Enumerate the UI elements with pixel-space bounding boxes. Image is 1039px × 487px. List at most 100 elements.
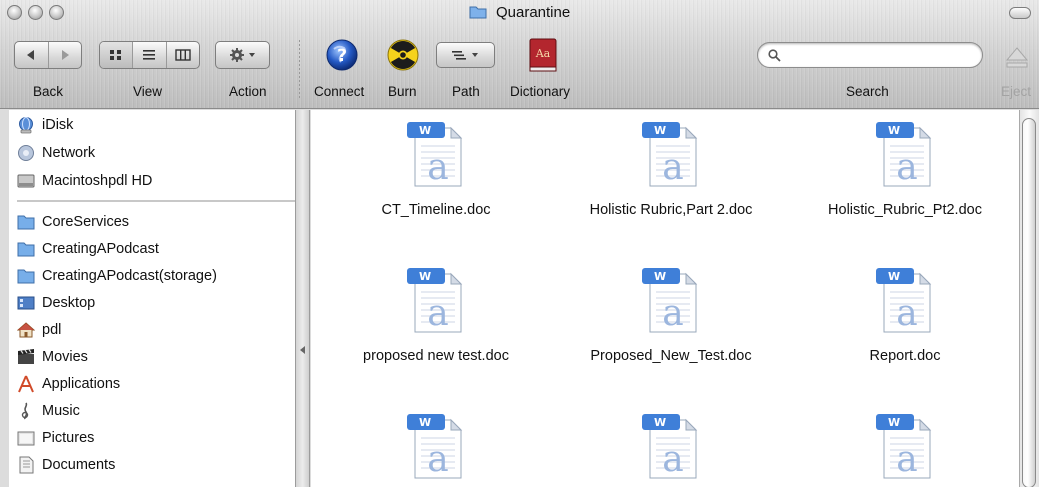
path-button-face [437,43,494,67]
toolbar-separator [299,40,300,98]
sidebar-item-creatingapodcast[interactable]: CreatingAPodcast [17,238,159,260]
file-name: Holistic Rubric,Part 2.doc [589,202,753,218]
word-document-icon: a W [642,414,698,480]
finder-window: Quarantine Back View Action ? Connect Bu… [0,0,1039,487]
path-menu-button[interactable] [436,42,495,68]
gear-icon [229,48,255,62]
word-document-icon: a W [876,122,932,188]
view-label: View [133,84,163,99]
sidebar-item-label: Applications [42,376,121,392]
back-button[interactable] [15,42,49,68]
vertical-scrollbar[interactable] [1019,110,1039,487]
eject-icon[interactable] [1003,44,1031,72]
file-icon-view: a W CT_Timeline.doc a W Holistic Rubric,… [311,110,1019,487]
sidebar-item-desktop[interactable]: Desktop [17,292,95,314]
list-view-icon [143,50,156,60]
sidebar-item-label: Movies [42,349,88,365]
sidebar-item-label: Documents [42,457,116,473]
connect-label: Connect [314,84,365,99]
sidebar-item-idisk[interactable]: iDisk [17,114,73,136]
search-label: Search [846,84,889,99]
svg-text:W: W [419,416,431,429]
sidebar-item-coreservices[interactable]: CoreServices [17,211,129,233]
svg-text:W: W [654,124,666,137]
file-item[interactable]: a W Report.doc [795,268,1015,364]
word-document-icon: a W [642,268,698,334]
svg-text:W: W [888,124,900,137]
sidebar: iDisk Network Macintoshpdl HD CoreServic… [9,110,296,487]
file-item[interactable]: a W Holistic_Rubric_Pt2.doc [795,122,1015,218]
forward-button[interactable] [49,42,82,68]
file-item[interactable]: a W CT_Timeline.doc [326,122,546,218]
svg-text:W: W [888,416,900,429]
svg-text:a: a [662,439,683,480]
toolbar: Quarantine Back View Action ? Connect Bu… [0,0,1039,109]
sidebar-item-label: Desktop [42,295,96,311]
connect-button[interactable]: ? [325,38,359,72]
search-field[interactable] [757,42,983,68]
file-item[interactable]: a W proposed new test.doc [326,268,546,364]
sidebar-item-macintoshpdl-hd[interactable]: Macintoshpdl HD [17,170,152,192]
sidebar-item-label: Pictures [42,430,95,446]
idisk-icon [19,117,33,134]
sidebar-item-label: Network [42,145,96,161]
burn-label: Burn [388,84,417,99]
file-name: Holistic_Rubric_Pt2.doc [828,202,982,218]
file-name: Report.doc [869,348,941,364]
path-label: Path [452,84,480,99]
icon-view-button[interactable] [100,42,134,68]
file-item[interactable]: a W Proposed_New_Test.doc [561,268,781,364]
svg-text:a: a [896,147,917,188]
sidebar-item-label: Music [42,403,80,419]
action-menu-button[interactable] [215,41,270,69]
sidebar-item-label: pdl [42,322,62,338]
column-view-button[interactable] [167,42,199,68]
column-view-icon [175,49,191,61]
word-document-icon: a W [876,414,932,480]
view-control [99,41,200,69]
svg-text:?: ? [337,46,347,66]
desktop-icon [17,296,35,310]
search-input[interactable] [786,46,971,64]
word-document-icon: a W [876,268,932,334]
sidebar-item-applications[interactable]: Applications [17,373,120,395]
file-item[interactable]: a W [795,414,1015,487]
sidebar-item-documents[interactable]: Documents [17,454,115,476]
toolbar-toggle-button[interactable] [1009,7,1031,19]
collapse-arrow-icon [300,346,305,354]
search-icon [768,49,781,62]
svg-text:W: W [888,270,900,283]
svg-text:a: a [896,293,917,334]
sidebar-item-movies[interactable]: Movies [17,346,88,368]
word-document-icon: a W [407,268,463,334]
word-document-icon: a W [407,122,463,188]
word-document-icon: a W [407,414,463,480]
window-title: Quarantine [495,4,571,21]
svg-text:W: W [654,270,666,283]
svg-text:W: W [419,124,431,137]
file-item[interactable]: a W [326,414,546,487]
folder-icon [469,6,487,19]
svg-text:a: a [427,293,448,334]
svg-text:a: a [427,147,448,188]
list-view-button[interactable] [133,42,167,68]
dictionary-button[interactable]: Aa [527,37,559,73]
back-forward-control [14,41,82,69]
sidebar-item-pictures[interactable]: Pictures [17,427,94,449]
svg-text:a: a [427,439,448,480]
file-name: CT_Timeline.doc [381,202,491,218]
sidebar-splitter[interactable] [296,110,310,487]
sidebar-item-music[interactable]: Music [17,400,80,422]
word-document-icon: a W [642,122,698,188]
file-item[interactable]: a W [561,414,781,487]
svg-text:a: a [662,293,683,334]
scrollbar-thumb[interactable] [1022,118,1036,487]
file-item[interactable]: a W Holistic Rubric,Part 2.doc [561,122,781,218]
sidebar-item-creatingapodcast-storage[interactable]: CreatingAPodcast(storage) [17,265,217,287]
sidebar-item-network[interactable]: Network [17,142,95,164]
burn-button[interactable] [386,38,420,72]
svg-text:a: a [662,147,683,188]
sidebar-item-pdl[interactable]: pdl [17,319,61,341]
sidebar-item-label: CoreServices [42,214,130,230]
dictionary-label: Dictionary [510,84,571,99]
